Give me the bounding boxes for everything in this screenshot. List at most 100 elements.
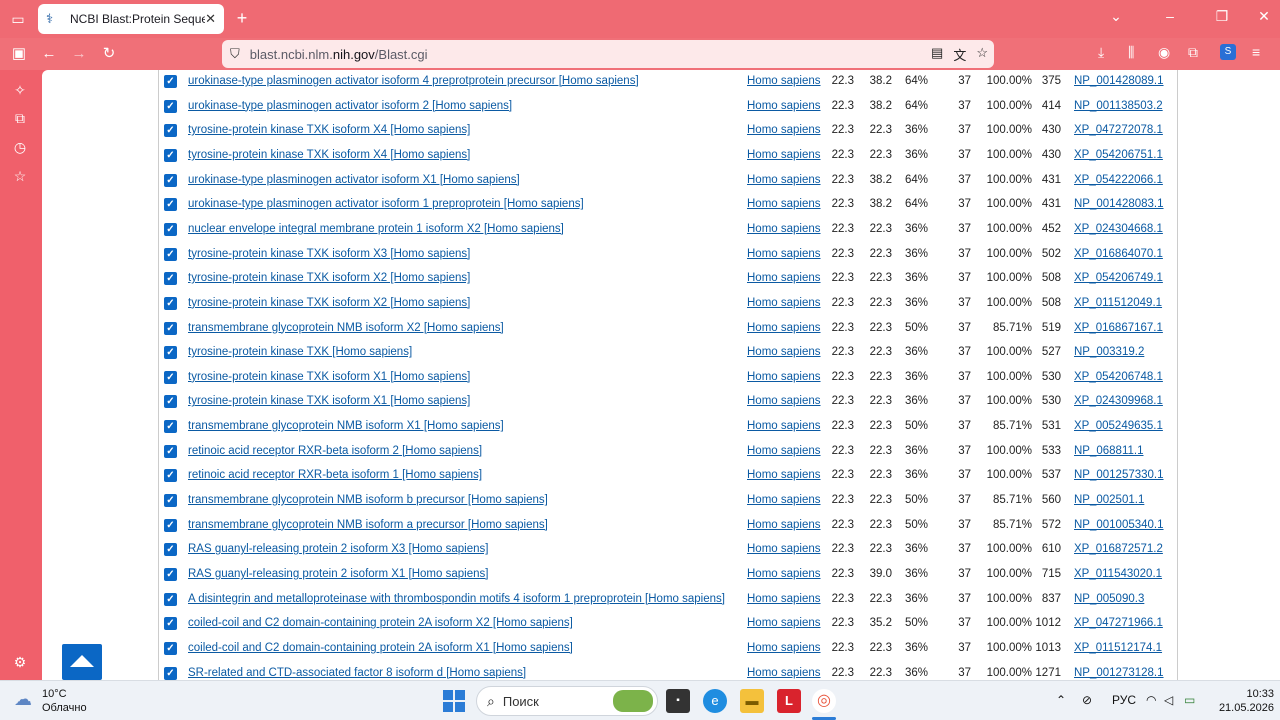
description-link[interactable]: tyrosine-protein kinase TXK isoform X2 [… (188, 272, 470, 284)
description-link[interactable]: urokinase-type plasminogen activator iso… (188, 174, 520, 186)
scientific-name-link[interactable]: Homo sapiens (747, 395, 821, 407)
accession-link[interactable]: XP_016867167.1 (1074, 322, 1163, 334)
reader-view-icon[interactable]: ▤ (931, 45, 943, 64)
weather-desc[interactable]: Облачно (42, 702, 87, 714)
scientific-name-link[interactable]: Homo sapiens (747, 469, 821, 481)
accession-link[interactable]: XP_011512049.1 (1074, 297, 1162, 309)
scientific-name-link[interactable]: Homo sapiens (747, 445, 821, 457)
scientific-name-link[interactable]: Homo sapiens (747, 642, 821, 654)
downloads-icon[interactable]: ⤓ (1098, 44, 1104, 61)
description-link[interactable]: retinoic acid receptor RXR-beta isoform … (188, 469, 482, 481)
scientific-name-link[interactable]: Homo sapiens (747, 149, 821, 161)
accession-link[interactable]: XP_011543020.1 (1074, 568, 1162, 580)
task-view-icon[interactable]: ▪ (666, 689, 690, 713)
scientific-name-link[interactable]: Homo sapiens (747, 568, 821, 580)
l-app-icon[interactable]: L (777, 689, 801, 713)
minimize-icon[interactable]: – (1158, 8, 1182, 24)
description-link[interactable]: retinoic acid receptor RXR-beta isoform … (188, 445, 482, 457)
scroll-to-top-button[interactable] (62, 644, 102, 680)
accession-link[interactable]: NP_001005340.1 (1074, 519, 1164, 531)
input-language[interactable]: РУС (1112, 693, 1136, 707)
accession-link[interactable]: XP_054206751.1 (1074, 149, 1163, 161)
scientific-name-link[interactable]: Homo sapiens (747, 75, 821, 87)
row-checkbox[interactable]: ✓ (164, 666, 177, 680)
scientific-name-link[interactable]: Homo sapiens (747, 223, 821, 235)
extension-app-icon[interactable]: S (1220, 44, 1236, 60)
row-checkbox[interactable]: ✓ (164, 494, 177, 508)
accession-link[interactable]: XP_016872571.2 (1074, 543, 1163, 555)
row-checkbox[interactable]: ✓ (164, 617, 177, 631)
battery-icon[interactable]: ▭ (1184, 693, 1195, 707)
row-checkbox[interactable]: ✓ (164, 321, 177, 335)
description-link[interactable]: tyrosine-protein kinase TXK isoform X1 [… (188, 371, 470, 383)
accession-link[interactable]: NP_003319.2 (1074, 346, 1144, 358)
row-checkbox[interactable]: ✓ (164, 148, 177, 162)
taskbar-search[interactable]: ⌕ Поиск (476, 686, 658, 716)
close-window-icon[interactable]: ✕ (1252, 8, 1276, 25)
row-checkbox[interactable]: ✓ (164, 346, 177, 360)
scientific-name-link[interactable]: Homo sapiens (747, 371, 821, 383)
accession-link[interactable]: XP_016864070.1 (1074, 248, 1163, 260)
scientific-name-link[interactable]: Homo sapiens (747, 346, 821, 358)
tracking-shield-icon[interactable]: ⛉ (230, 46, 240, 62)
tab-overflow-chevron-icon[interactable]: ⌄ (1104, 8, 1128, 25)
description-link[interactable]: RAS guanyl-releasing protein 2 isoform X… (188, 543, 488, 555)
network-off-icon[interactable]: ⊘ (1082, 693, 1092, 707)
extensions-icon[interactable]: ⧉ (1188, 44, 1198, 61)
description-link[interactable]: tyrosine-protein kinase TXK isoform X4 [… (188, 149, 470, 161)
scientific-name-link[interactable]: Homo sapiens (747, 420, 821, 432)
description-link[interactable]: urokinase-type plasminogen activator iso… (188, 100, 512, 112)
url-text[interactable]: blast.ncbi.nlm.nih.gov/Blast.cgi (250, 47, 428, 62)
accession-link[interactable]: XP_054206748.1 (1074, 371, 1163, 383)
description-link[interactable]: transmembrane glycoprotein NMB isoform a… (188, 519, 548, 531)
translate-icon[interactable]: 文 (953, 45, 966, 64)
description-link[interactable]: urokinase-type plasminogen activator iso… (188, 75, 639, 87)
description-link[interactable]: RAS guanyl-releasing protein 2 isoform X… (188, 568, 488, 580)
description-link[interactable]: transmembrane glycoprotein NMB isoform X… (188, 420, 504, 432)
file-explorer-icon[interactable]: ▬ (740, 689, 764, 713)
scientific-name-link[interactable]: Homo sapiens (747, 198, 821, 210)
accession-link[interactable]: XP_047272078.1 (1074, 124, 1163, 136)
cloud-weather-icon[interactable]: ☁ (14, 689, 38, 709)
accession-link[interactable]: XP_011512174.1 (1074, 642, 1162, 654)
menu-icon[interactable]: ≡ (1252, 44, 1260, 60)
accession-link[interactable]: NP_002501.1 (1074, 494, 1144, 506)
windows-start-icon[interactable] (443, 690, 465, 712)
scientific-name-link[interactable]: Homo sapiens (747, 543, 821, 555)
row-checkbox[interactable]: ✓ (164, 124, 177, 138)
back-icon[interactable]: ← (38, 44, 60, 64)
row-checkbox[interactable]: ✓ (164, 99, 177, 113)
scientific-name-link[interactable]: Homo sapiens (747, 174, 821, 186)
tab-active[interactable]: ⚕ NCBI Blast:Protein Sequence ✕ (38, 4, 224, 34)
description-link[interactable]: tyrosine-protein kinase TXK isoform X4 [… (188, 124, 470, 136)
synced-tabs-icon[interactable]: ⧉ (11, 110, 29, 128)
clock[interactable]: 10:33 21.05.2026 (1214, 687, 1274, 715)
wifi-icon[interactable]: ◠ (1146, 693, 1156, 707)
ai-chat-icon[interactable]: ✧ (11, 82, 29, 100)
edge-icon[interactable]: e (703, 689, 727, 713)
accession-link[interactable]: NP_001428083.1 (1074, 198, 1164, 210)
history-icon[interactable]: ◷ (11, 139, 29, 157)
row-checkbox[interactable]: ✓ (164, 75, 177, 88)
scientific-name-link[interactable]: Homo sapiens (747, 100, 821, 112)
account-icon[interactable]: ◉ (1158, 44, 1170, 61)
description-link[interactable]: transmembrane glycoprotein NMB isoform b… (188, 494, 548, 506)
tab-list-icon[interactable]: ▭ (8, 9, 28, 29)
weather-temp[interactable]: 10°C (42, 688, 67, 700)
description-link[interactable]: nuclear envelope integral membrane prote… (188, 223, 564, 235)
library-icon[interactable]: ⫼ (1128, 44, 1134, 61)
row-checkbox[interactable]: ✓ (164, 296, 177, 310)
description-link[interactable]: tyrosine-protein kinase TXK [Homo sapien… (188, 346, 412, 358)
row-checkbox[interactable]: ✓ (164, 272, 177, 286)
tray-chevron-up-icon[interactable]: ⌃ (1056, 693, 1066, 707)
accession-link[interactable]: NP_001257330.1 (1074, 469, 1164, 481)
accession-link[interactable]: XP_054206749.1 (1074, 272, 1163, 284)
scientific-name-link[interactable]: Homo sapiens (747, 667, 821, 679)
accession-link[interactable]: XP_047271966.1 (1074, 617, 1163, 629)
accession-link[interactable]: NP_068811.1 (1074, 445, 1143, 457)
accession-link[interactable]: NP_001428089.1 (1074, 75, 1164, 87)
bookmark-star-icon[interactable]: ☆ (976, 45, 988, 64)
accession-link[interactable]: XP_024304668.1 (1074, 223, 1163, 235)
firefox-icon[interactable]: ◎ (812, 689, 836, 713)
scientific-name-link[interactable]: Homo sapiens (747, 617, 821, 629)
